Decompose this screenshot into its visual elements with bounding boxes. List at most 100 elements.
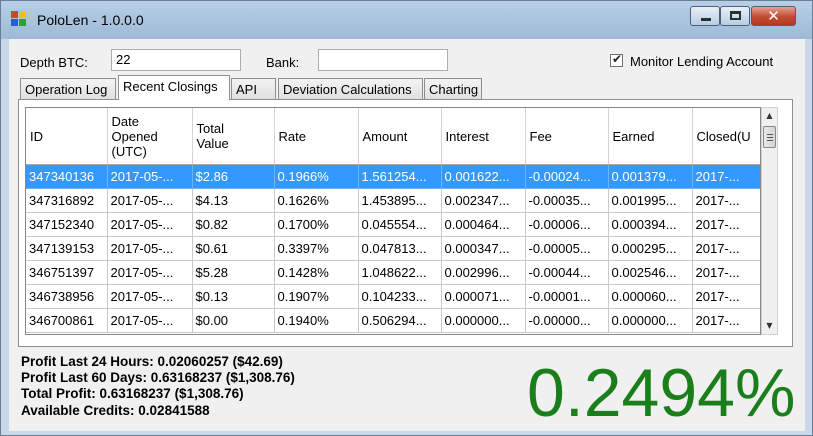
recent-closings-grid[interactable]: ID Date Opened (UTC) Total Value Rate Amount… [25, 107, 761, 335]
table-cell: 1.453895... [358, 188, 442, 213]
minimize-icon [701, 18, 711, 21]
table-row[interactable]: 346700861 2017-05-... $0.00 0.1940% 0.506294… [26, 308, 760, 333]
table-cell: $0.61 [192, 236, 275, 261]
table-cell: 0.000071... [441, 284, 526, 309]
profit-60d-text: Profit Last 60 Days: 0.63168237 ($1,308.… [21, 370, 295, 385]
table-cell: 2017-05-... [107, 188, 193, 213]
minimize-button[interactable] [690, 6, 720, 26]
table-cell: 0.000464... [441, 212, 526, 237]
maximize-button[interactable] [720, 6, 750, 26]
table-cell: 347152340 [26, 212, 108, 237]
table-cell: 0.1700% [274, 212, 359, 237]
bank-input[interactable] [318, 49, 448, 71]
table-cell: 2017-... [692, 260, 760, 285]
table-cell: 2017-... [692, 284, 760, 309]
table-cell: -0.00000... [525, 308, 609, 333]
column-header[interactable]: Date Opened (UTC) [107, 108, 193, 165]
column-header[interactable]: Amount [358, 108, 442, 165]
monitor-lending-checkbox[interactable]: ✔ [610, 52, 623, 67]
client-area: Depth BTC: 22 Bank: ✔ Monitor Lending Ac… [9, 39, 805, 431]
table-cell: 2017-... [692, 308, 760, 333]
table-cell: 0.000295... [608, 236, 693, 261]
table-cell: 1.048622... [358, 260, 442, 285]
table-cell: -0.00005... [525, 236, 609, 261]
scroll-down-icon[interactable]: ▼ [762, 318, 777, 334]
table-cell: -0.00035... [525, 188, 609, 213]
column-header[interactable]: Fee [525, 108, 609, 165]
grid-body: 347340136 2017-05-... $2.86 0.1966% 1.561254… [26, 164, 760, 333]
column-header[interactable]: Interest [441, 108, 526, 165]
tab-operation-log[interactable]: Operation Log [20, 78, 116, 99]
tab-deviation-calculations[interactable]: Deviation Calculations [278, 78, 423, 99]
close-button[interactable]: ✕ [751, 6, 796, 26]
tab-api[interactable]: API [231, 78, 276, 99]
tab-recent-closings[interactable]: Recent Closings [118, 75, 230, 100]
depth-btc-input[interactable]: 22 [111, 49, 241, 71]
table-row[interactable]: 347139153 2017-05-... $0.61 0.3397% 0.047813… [26, 236, 760, 261]
table-cell: $2.86 [192, 164, 275, 189]
table-cell: 0.002347... [441, 188, 526, 213]
table-cell: 0.001622... [441, 164, 526, 189]
maximize-icon [730, 11, 741, 20]
table-cell: 2017-05-... [107, 284, 193, 309]
current-rate-display: 0.2494% [527, 355, 796, 431]
table-cell: 0.002546... [608, 260, 693, 285]
tab-charting[interactable]: Charting [424, 78, 482, 99]
column-header[interactable]: ID [26, 108, 108, 165]
table-cell: 2017-... [692, 212, 760, 237]
table-row[interactable]: 346738956 2017-05-... $0.13 0.1907% 0.104233… [26, 284, 760, 309]
column-header[interactable]: Total Value [192, 108, 275, 165]
table-cell: 0.001379... [608, 164, 693, 189]
check-icon: ✔ [612, 52, 623, 66]
close-icon: ✕ [767, 7, 780, 25]
table-cell: 2017-... [692, 236, 760, 261]
table-cell: 2017-05-... [107, 308, 193, 333]
table-cell: -0.00044... [525, 260, 609, 285]
table-cell: 0.1966% [274, 164, 359, 189]
table-cell: 0.002996... [441, 260, 526, 285]
table-cell: 0.001995... [608, 188, 693, 213]
table-cell: 2017-... [692, 188, 760, 213]
table-cell: 0.000000... [608, 308, 693, 333]
main-window: PoloLen - 1.0.0.0 ✕ Depth BTC: 22 Bank: … [0, 0, 813, 436]
table-cell: 0.1907% [274, 284, 359, 309]
column-header[interactable]: Earned [608, 108, 693, 165]
table-row[interactable]: 346751397 2017-05-... $5.28 0.1428% 1.048622… [26, 260, 760, 285]
table-cell: 1.561254... [358, 164, 442, 189]
grid-header-row: ID Date Opened (UTC) Total Value Rate Amount… [26, 108, 760, 165]
grid-vertical-scrollbar[interactable]: ▲ ▼ [761, 107, 778, 335]
table-cell: 0.104233... [358, 284, 442, 309]
table-cell: 0.000347... [441, 236, 526, 261]
table-cell: 0.1626% [274, 188, 359, 213]
table-cell: 346751397 [26, 260, 108, 285]
total-profit-text: Total Profit: 0.63168237 ($1,308.76) [21, 386, 244, 401]
table-cell: 0.1940% [274, 308, 359, 333]
table-cell: $0.13 [192, 284, 275, 309]
monitor-lending-label[interactable]: Monitor Lending Account [630, 54, 773, 69]
app-icon [11, 11, 29, 27]
table-cell: 0.000000... [441, 308, 526, 333]
table-cell: 346700861 [26, 308, 108, 333]
table-cell: 0.506294... [358, 308, 442, 333]
table-cell: -0.00001... [525, 284, 609, 309]
available-credits-text: Available Credits: 0.02841588 [21, 403, 210, 418]
table-cell: 0.000060... [608, 284, 693, 309]
scroll-up-icon[interactable]: ▲ [762, 108, 777, 124]
table-cell: 347316892 [26, 188, 108, 213]
table-cell: $4.13 [192, 188, 275, 213]
table-row[interactable]: 347316892 2017-05-... $4.13 0.1626% 1.453895… [26, 188, 760, 213]
table-cell: $5.28 [192, 260, 275, 285]
window-title: PoloLen - 1.0.0.0 [37, 12, 144, 28]
column-header[interactable]: Closed(U [692, 108, 760, 165]
table-row[interactable]: 347152340 2017-05-... $0.82 0.1700% 0.045554… [26, 212, 760, 237]
table-cell: 347340136 [26, 164, 108, 189]
table-cell: 346738956 [26, 284, 108, 309]
title-bar[interactable]: PoloLen - 1.0.0.0 ✕ [1, 1, 812, 39]
table-row[interactable]: 347340136 2017-05-... $2.86 0.1966% 1.561254… [26, 164, 760, 189]
table-cell: 0.045554... [358, 212, 442, 237]
table-cell: 2017-05-... [107, 260, 193, 285]
scroll-thumb[interactable] [763, 126, 776, 148]
table-cell: 347139153 [26, 236, 108, 261]
table-cell: 0.3397% [274, 236, 359, 261]
column-header[interactable]: Rate [274, 108, 359, 165]
